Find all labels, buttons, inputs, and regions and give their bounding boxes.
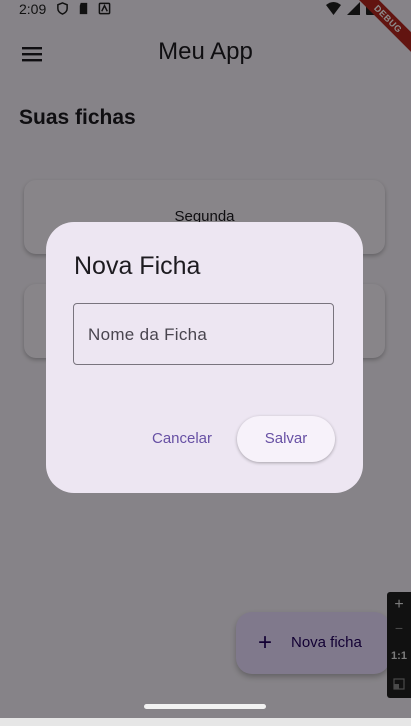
home-indicator[interactable] bbox=[144, 704, 266, 709]
save-button[interactable]: Salvar bbox=[237, 416, 335, 462]
screen: 2:09 DEBUG Meu App Suas fichas Segunda +… bbox=[0, 0, 411, 726]
ficha-name-placeholder: Nome da Ficha bbox=[88, 325, 208, 344]
dialog-title: Nova Ficha bbox=[74, 252, 201, 280]
bottom-bar bbox=[0, 718, 411, 726]
cancel-button[interactable]: Cancelar bbox=[142, 416, 222, 462]
ficha-name-input[interactable]: Nome da Ficha bbox=[73, 303, 334, 365]
new-ficha-dialog: Nova Ficha Nome da Ficha Cancelar Salvar bbox=[46, 222, 363, 493]
